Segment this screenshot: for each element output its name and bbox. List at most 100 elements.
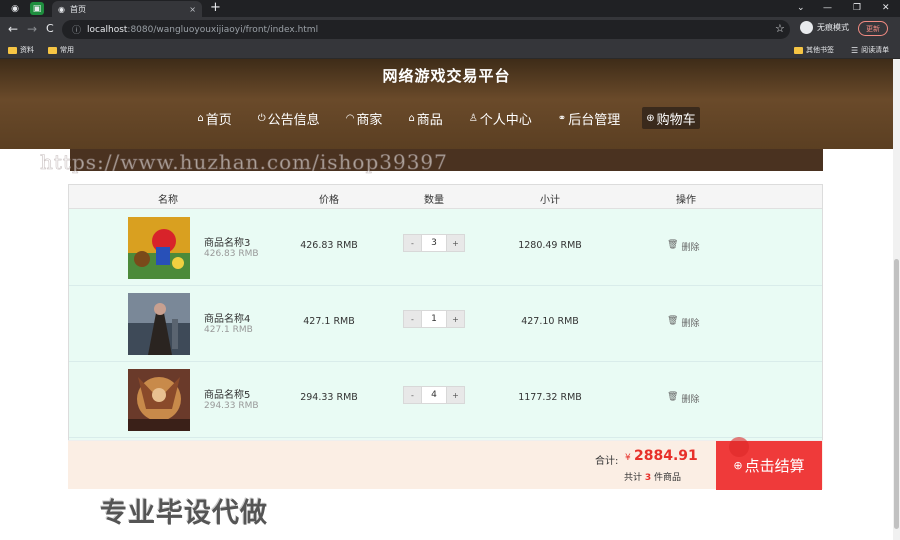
quantity-input[interactable]: 3: [422, 234, 446, 252]
bookmark-label: 常用: [60, 46, 74, 54]
product-name[interactable]: 商品名称4: [204, 310, 250, 325]
total-amount: 2884.91: [634, 448, 698, 464]
site-header: 网络游戏交易平台 ⌂ 首页 ⏻ 公告信息 ◠ 商家 ⌂ 商品 ♙ 个人中心 ⚭ 后台管理 ⊕…: [0, 59, 893, 149]
quantity-input[interactable]: 1: [422, 310, 446, 328]
product-image[interactable]: [128, 217, 190, 279]
product-image[interactable]: [128, 293, 190, 355]
quantity-input[interactable]: 4: [422, 386, 446, 404]
nav-label: 首页: [205, 112, 232, 128]
header-action: 操作: [676, 195, 696, 206]
url-host: localhost: [87, 24, 128, 35]
new-tab-button[interactable]: +: [210, 1, 221, 15]
tab-title: 首页: [69, 4, 86, 14]
address-bar[interactable]: ⓘ localhost :8080/wangluoyouxijiaoyi/fro…: [62, 20, 790, 39]
bookmarks-bar: 资料 常用 其他书签 ☰ 阅读清单: [0, 42, 900, 59]
app-tab-icon[interactable]: ▣: [30, 2, 44, 15]
globe-icon: ◉: [58, 4, 65, 14]
count-suffix: 件商品: [654, 473, 682, 483]
incognito-indicator[interactable]: 无痕模式: [800, 21, 849, 34]
cart-summary: 合计: ¥ 2884.91 共计 3 件商品 ⊕ 点击结算: [68, 440, 823, 490]
product-image[interactable]: [128, 369, 190, 431]
cart-icon: ⊕: [733, 459, 743, 472]
item-count: 共计 3 件商品: [624, 470, 681, 483]
delete-button[interactable]: 🗑 删除: [667, 316, 699, 329]
bookmark-label: 其他书签: [806, 46, 834, 54]
trash-icon: 🗑: [667, 240, 679, 250]
decrement-button[interactable]: -: [403, 310, 422, 328]
checkout-label: 点击结算: [744, 457, 805, 475]
cart-row: 商品名称5 294.33 RMB 294.33 RMB - 4 + 1177.3…: [69, 362, 822, 438]
delete-button[interactable]: 🗑 删除: [667, 392, 699, 405]
cart-icon: ⊕: [646, 112, 655, 124]
incognito-label: 无痕模式: [817, 23, 849, 32]
folder-icon: [48, 46, 57, 54]
bookmark-star-icon[interactable]: ☆: [775, 22, 785, 35]
link-icon: ⚭: [557, 112, 567, 124]
cart-row: 商品名称4 427.1 RMB 427.1 RMB - 1 + 427.10 R…: [69, 286, 822, 362]
forward-button[interactable]: →: [27, 22, 37, 36]
browser-tab-strip: ◉ ▣ ◉ 首页 × + ⌄ — ❐ ✕: [0, 0, 900, 17]
nav-label: 个人中心: [479, 112, 532, 128]
main-nav: ⌂ 首页 ⏻ 公告信息 ◠ 商家 ⌂ 商品 ♙ 个人中心 ⚭ 后台管理 ⊕ 购物车: [0, 107, 893, 129]
reload-button[interactable]: C: [46, 22, 54, 36]
user-icon: ♙: [468, 112, 478, 124]
nav-label: 商品: [416, 112, 443, 128]
product-unit-price: 427.1 RMB: [204, 325, 253, 335]
bookmark-label: 阅读清单: [861, 46, 890, 54]
trash-icon: 🗑: [667, 316, 679, 326]
decrement-button[interactable]: -: [403, 234, 422, 252]
nav-announcements[interactable]: ⏻ 公告信息: [254, 107, 324, 129]
browser-toolbar: ← → C ⓘ localhost :8080/wangluoyouxijiao…: [0, 17, 900, 42]
quantity-stepper: - 4 +: [403, 386, 465, 404]
bookmark-folder-docs[interactable]: 资料: [8, 45, 34, 55]
product-name[interactable]: 商品名称3: [204, 234, 250, 249]
total-label: 合计:: [595, 456, 619, 467]
product-name[interactable]: 商品名称5: [204, 386, 250, 401]
browser-tab-active[interactable]: ◉ 首页 ×: [52, 1, 202, 17]
reading-list[interactable]: ☰ 阅读清单: [851, 45, 889, 55]
back-button[interactable]: ←: [8, 22, 18, 36]
chrome-profile-icon[interactable]: ◉: [8, 2, 22, 15]
header-qty: 数量: [424, 195, 444, 206]
increment-button[interactable]: +: [446, 386, 465, 404]
nav-products[interactable]: ⌂ 商品: [404, 107, 446, 129]
increment-button[interactable]: +: [446, 234, 465, 252]
folder-icon: [794, 46, 803, 54]
scrollbar-thumb[interactable]: [894, 259, 899, 529]
nav-label: 后台管理: [568, 112, 621, 128]
reading-list-icon: ☰: [851, 45, 859, 55]
close-window-button[interactable]: ✕: [882, 0, 890, 16]
delete-button[interactable]: 🗑 删除: [667, 240, 699, 253]
bookmark-folder-other[interactable]: 其他书签: [794, 45, 834, 55]
decrement-button[interactable]: -: [403, 386, 422, 404]
nav-label: 公告信息: [267, 112, 320, 128]
url-path: :8080/wangluoyouxijiaoyi/front/index.htm…: [127, 24, 319, 35]
page-watermark: 专业毕设代做: [100, 498, 268, 529]
bookmark-folder-common[interactable]: 常用: [48, 45, 74, 55]
watermark-url: https://www.huzhan.com/ishop39397: [40, 150, 448, 175]
nav-profile[interactable]: ♙ 个人中心: [465, 107, 536, 129]
cart-row: 商品名称3 426.83 RMB 426.83 RMB - 3 + 1280.4…: [69, 210, 822, 286]
increment-button[interactable]: +: [446, 310, 465, 328]
book-icon: ⌂: [408, 112, 415, 124]
update-button[interactable]: 更新: [858, 21, 888, 36]
product-unit-price: 294.33 RMB: [204, 401, 259, 411]
header-subtotal: 小计: [540, 195, 560, 206]
nav-cart[interactable]: ⊕ 购物车: [642, 107, 700, 129]
count-value: 3: [644, 473, 652, 483]
quantity-stepper: - 1 +: [403, 310, 465, 328]
delete-label: 删除: [681, 395, 700, 405]
nav-merchants[interactable]: ◠ 商家: [342, 107, 387, 129]
maximize-button[interactable]: ❐: [853, 0, 861, 16]
page-scrollbar[interactable]: [893, 59, 900, 540]
minimize-button[interactable]: —: [823, 0, 832, 16]
close-tab-icon[interactable]: ×: [189, 5, 196, 14]
page-viewport: 网络游戏交易平台 ⌂ 首页 ⏻ 公告信息 ◠ 商家 ⌂ 商品 ♙ 个人中心 ⚭ 后台管理 ⊕…: [0, 59, 893, 540]
cart-table-header: 名称 价格 数量 小计 操作: [69, 185, 822, 209]
nav-home[interactable]: ⌂ 首页: [193, 107, 235, 129]
tab-search-icon[interactable]: ⌄: [797, 0, 805, 16]
subtotal-cell: 1177.32 RMB: [518, 392, 582, 403]
nav-admin[interactable]: ⚭ 后台管理: [554, 107, 624, 129]
site-info-icon[interactable]: ⓘ: [72, 23, 81, 36]
nav-label: 购物车: [656, 112, 696, 128]
